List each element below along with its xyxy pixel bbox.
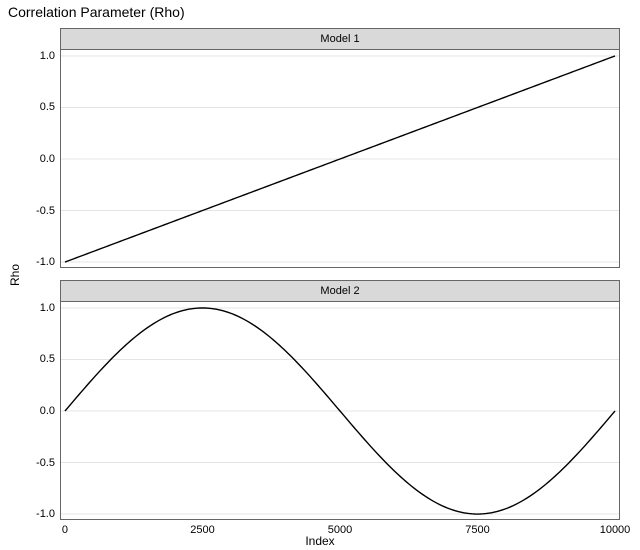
y-tick: -1.0 xyxy=(36,256,61,268)
y-tick: -1.0 xyxy=(36,508,61,520)
panel-model-1: Model 1 -1.0-0.50.00.51.0 xyxy=(60,28,620,268)
y-tick: -0.5 xyxy=(36,457,61,469)
x-tick: 0 xyxy=(62,520,68,536)
plot-area: -1.0-0.50.00.51.0 xyxy=(61,50,619,268)
y-tick: 0.5 xyxy=(40,353,61,365)
facet-strip: Model 1 xyxy=(61,29,619,50)
plot-area: -1.0-0.50.00.51.0025005000750010000 xyxy=(61,302,619,520)
y-tick: -0.5 xyxy=(36,205,61,217)
x-tick: 5000 xyxy=(328,520,352,536)
panel-model-2: Model 2 -1.0-0.50.00.51.0025005000750010… xyxy=(60,280,620,520)
x-tick: 7500 xyxy=(465,520,489,536)
y-tick: 0.0 xyxy=(40,405,61,417)
x-tick: 2500 xyxy=(190,520,214,536)
y-tick: 1.0 xyxy=(40,302,61,314)
facet-strip: Model 2 xyxy=(61,281,619,302)
figure: Correlation Parameter (Rho) Rho Index Mo… xyxy=(0,0,640,550)
x-axis-label: Index xyxy=(305,534,334,548)
y-axis-label: Rho xyxy=(8,264,22,286)
y-tick: 0.0 xyxy=(40,153,61,165)
x-tick: 10000 xyxy=(600,520,631,536)
page-title: Correlation Parameter (Rho) xyxy=(8,4,185,20)
y-tick: 0.5 xyxy=(40,101,61,113)
y-tick: 1.0 xyxy=(40,50,61,62)
